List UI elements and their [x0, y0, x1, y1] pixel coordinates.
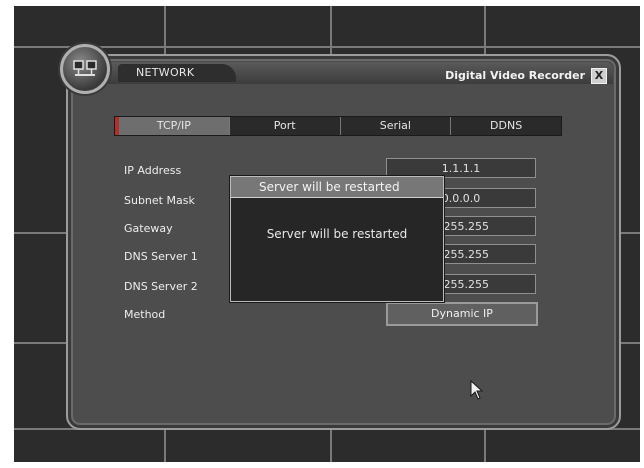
gateway-label: Gateway	[124, 222, 173, 235]
restart-dialog: Server will be restarted Server will be …	[230, 176, 444, 302]
network-settings-window: NETWORK Digital Video Recorder X TCP/IP …	[60, 44, 621, 430]
network-logo-icon	[60, 44, 110, 94]
tab-serial[interactable]: Serial	[341, 117, 452, 135]
tab-tcp-ip[interactable]: TCP/IP	[115, 117, 230, 135]
dialog-message: Server will be restarted	[266, 227, 408, 241]
close-button[interactable]: X	[591, 68, 607, 84]
ip-address-field[interactable]: 1.1.1.1	[386, 158, 536, 178]
mouse-pointer-icon	[470, 380, 484, 400]
dvr-screen: NETWORK Digital Video Recorder X TCP/IP …	[14, 6, 640, 462]
tab-port[interactable]: Port	[230, 117, 341, 135]
settings-tabs: TCP/IP Port Serial DDNS	[114, 116, 562, 136]
method-label: Method	[124, 308, 166, 321]
network-icon	[73, 60, 97, 76]
title-bar: NETWORK Digital Video Recorder X	[74, 62, 613, 84]
section-title: NETWORK	[136, 66, 195, 79]
app-title: Digital Video Recorder	[445, 69, 585, 82]
dns-server-1-label: DNS Server 1	[124, 250, 198, 263]
dialog-title: Server will be restarted	[231, 177, 443, 198]
ip-address-label: IP Address	[124, 164, 182, 177]
subnet-mask-label: Subnet Mask	[124, 194, 195, 207]
tab-ddns[interactable]: DDNS	[451, 117, 561, 135]
method-select[interactable]: Dynamic IP	[386, 302, 538, 326]
dns-server-2-label: DNS Server 2	[124, 280, 198, 293]
grid-line	[14, 46, 640, 48]
